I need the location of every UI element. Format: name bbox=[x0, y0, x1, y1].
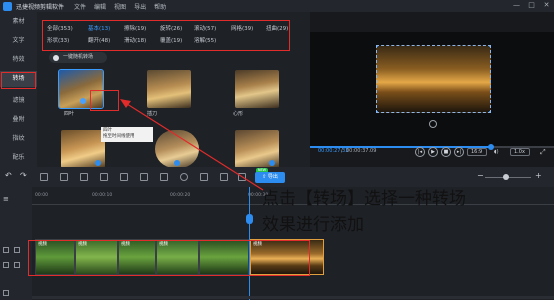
eye-icon[interactable] bbox=[14, 262, 20, 268]
sidebar-item-music[interactable]: 配乐 bbox=[0, 150, 37, 166]
app-title: 迅捷视频剪辑软件 bbox=[16, 3, 65, 11]
app-logo-icon bbox=[3, 1, 12, 11]
mosaic-icon[interactable] bbox=[140, 173, 148, 181]
preview-panel: 00:00:27.33 / 00:00:37.09 |◂ ▶ ■ ▸| 16:9… bbox=[310, 12, 554, 167]
minimize-button[interactable]: — bbox=[512, 1, 521, 10]
transition-thumb[interactable] bbox=[61, 130, 105, 168]
playhead-handle[interactable] bbox=[246, 214, 253, 224]
close-button[interactable]: ✕ bbox=[542, 1, 551, 10]
ruler-tick: 00:00 bbox=[35, 193, 48, 198]
resize-handle[interactable] bbox=[377, 111, 378, 112]
transition-thumb-heart[interactable] bbox=[235, 70, 279, 108]
download-icon[interactable] bbox=[95, 160, 101, 166]
resize-handle[interactable] bbox=[377, 46, 378, 47]
video-track-icon bbox=[3, 247, 9, 253]
menu-bar: 文件 编辑 视图 导出 帮助 bbox=[74, 2, 166, 11]
crop-icon[interactable] bbox=[80, 173, 88, 181]
download-icon[interactable] bbox=[174, 160, 180, 166]
mute-icon[interactable] bbox=[3, 262, 9, 268]
freeze-icon[interactable] bbox=[160, 173, 168, 181]
screenshot-icon[interactable] bbox=[238, 173, 246, 181]
speed-icon[interactable] bbox=[100, 173, 108, 181]
track-menu-icon[interactable]: ≡ bbox=[3, 195, 9, 203]
total-time: 00:00:37.09 bbox=[346, 148, 377, 154]
resize-handle[interactable] bbox=[489, 111, 490, 112]
random-transition-button[interactable]: 一键随机转场 bbox=[49, 52, 107, 63]
sidebar-item-filter[interactable]: 滤镜 bbox=[0, 93, 37, 109]
aspect-ratio-select[interactable]: 16:9 bbox=[467, 148, 487, 156]
sidebar-highlight-box bbox=[1, 72, 36, 89]
zoom-slider[interactable] bbox=[485, 174, 531, 180]
sidebar-item-fingerprint[interactable]: 指纹 bbox=[0, 131, 37, 147]
menu-file[interactable]: 文件 bbox=[74, 2, 86, 11]
current-time: 00:00:27.33 bbox=[318, 148, 349, 154]
zoom-knob[interactable] bbox=[503, 174, 509, 180]
resize-handle[interactable] bbox=[489, 46, 490, 47]
transition-thumb[interactable] bbox=[235, 130, 279, 168]
transition-thumb-circle[interactable] bbox=[155, 130, 199, 168]
menu-help[interactable]: 帮助 bbox=[154, 2, 166, 11]
record-icon[interactable] bbox=[220, 173, 228, 181]
lock-icon[interactable] bbox=[14, 247, 20, 253]
thumb-tooltip: 四叶 拖至时间线使用 bbox=[101, 127, 153, 142]
random-transition-label: 一键随机转场 bbox=[63, 54, 94, 60]
rotate-icon[interactable] bbox=[120, 173, 128, 181]
stop-button[interactable]: ■ bbox=[441, 147, 451, 157]
add-button-highlight-box bbox=[90, 90, 119, 111]
preview-monitor bbox=[310, 32, 554, 147]
voice-icon[interactable] bbox=[200, 173, 208, 181]
ruler-tick: 00:00:20 bbox=[170, 193, 191, 198]
prev-frame-button[interactable]: |◂ bbox=[415, 147, 425, 157]
sidebar-item-overlay[interactable]: 叠附 bbox=[0, 112, 37, 128]
preview-frame[interactable] bbox=[376, 45, 491, 113]
sidebar: 素材 文字 特效 转场 滤镜 叠附 指纹 配乐 bbox=[0, 12, 37, 167]
add-icon[interactable] bbox=[80, 98, 86, 104]
download-icon[interactable] bbox=[269, 160, 275, 166]
redo-icon[interactable]: ↷ bbox=[20, 171, 28, 180]
fullscreen-icon[interactable]: ⤢ bbox=[540, 148, 548, 156]
annotation-line-2: 效果进行添加 bbox=[262, 215, 364, 235]
export-label: 导出 bbox=[267, 174, 278, 180]
thumb-label: 四叶 bbox=[64, 111, 75, 117]
transition-thumb-knife[interactable] bbox=[147, 70, 191, 108]
annotation-line-1: 点击【转场】选择一种转场 bbox=[262, 189, 466, 209]
thumb-label: 心形 bbox=[233, 111, 244, 117]
timeline-highlight-box bbox=[28, 240, 310, 276]
ruler-tick: 00:00:10 bbox=[92, 193, 113, 198]
menu-edit[interactable]: 编辑 bbox=[94, 2, 106, 11]
sidebar-item-media[interactable]: 素材 bbox=[0, 14, 37, 30]
sidebar-item-effects[interactable]: 特效 bbox=[0, 52, 37, 68]
speed-select[interactable]: 1.0x bbox=[510, 148, 530, 156]
tooltip-text: 拖至时间线使用 bbox=[103, 134, 135, 139]
zoom-in-icon[interactable]: + bbox=[535, 171, 542, 180]
next-frame-button[interactable]: ▸| bbox=[454, 147, 464, 157]
undo-icon[interactable]: ↶ bbox=[5, 171, 13, 180]
tabs-highlight-box bbox=[42, 20, 290, 51]
title-bar: 迅捷视频剪辑软件 文件 编辑 视图 导出 帮助 — □ ✕ bbox=[0, 0, 554, 12]
sidebar-item-text[interactable]: 文字 bbox=[0, 33, 37, 49]
export-button[interactable]: ⇧ 导出 bbox=[255, 172, 285, 183]
menu-export[interactable]: 导出 bbox=[134, 2, 146, 11]
split-icon[interactable] bbox=[60, 173, 68, 181]
timeline-scrollbar[interactable] bbox=[32, 296, 554, 299]
play-button[interactable]: ▶ bbox=[428, 147, 438, 157]
timer-icon[interactable] bbox=[180, 173, 188, 181]
thumb-label: 插刀 bbox=[147, 111, 158, 117]
volume-icon[interactable]: ◖) bbox=[490, 148, 508, 156]
menu-view[interactable]: 视图 bbox=[114, 2, 126, 11]
maximize-button[interactable]: □ bbox=[527, 1, 536, 10]
random-icon bbox=[53, 55, 59, 61]
zoom-out-icon[interactable]: − bbox=[477, 171, 484, 180]
window-controls: — □ ✕ bbox=[512, 1, 551, 10]
reset-icon[interactable] bbox=[429, 120, 437, 128]
delete-icon[interactable] bbox=[40, 173, 48, 181]
time-separator: / bbox=[341, 148, 343, 154]
audio-track-icon bbox=[3, 290, 9, 296]
